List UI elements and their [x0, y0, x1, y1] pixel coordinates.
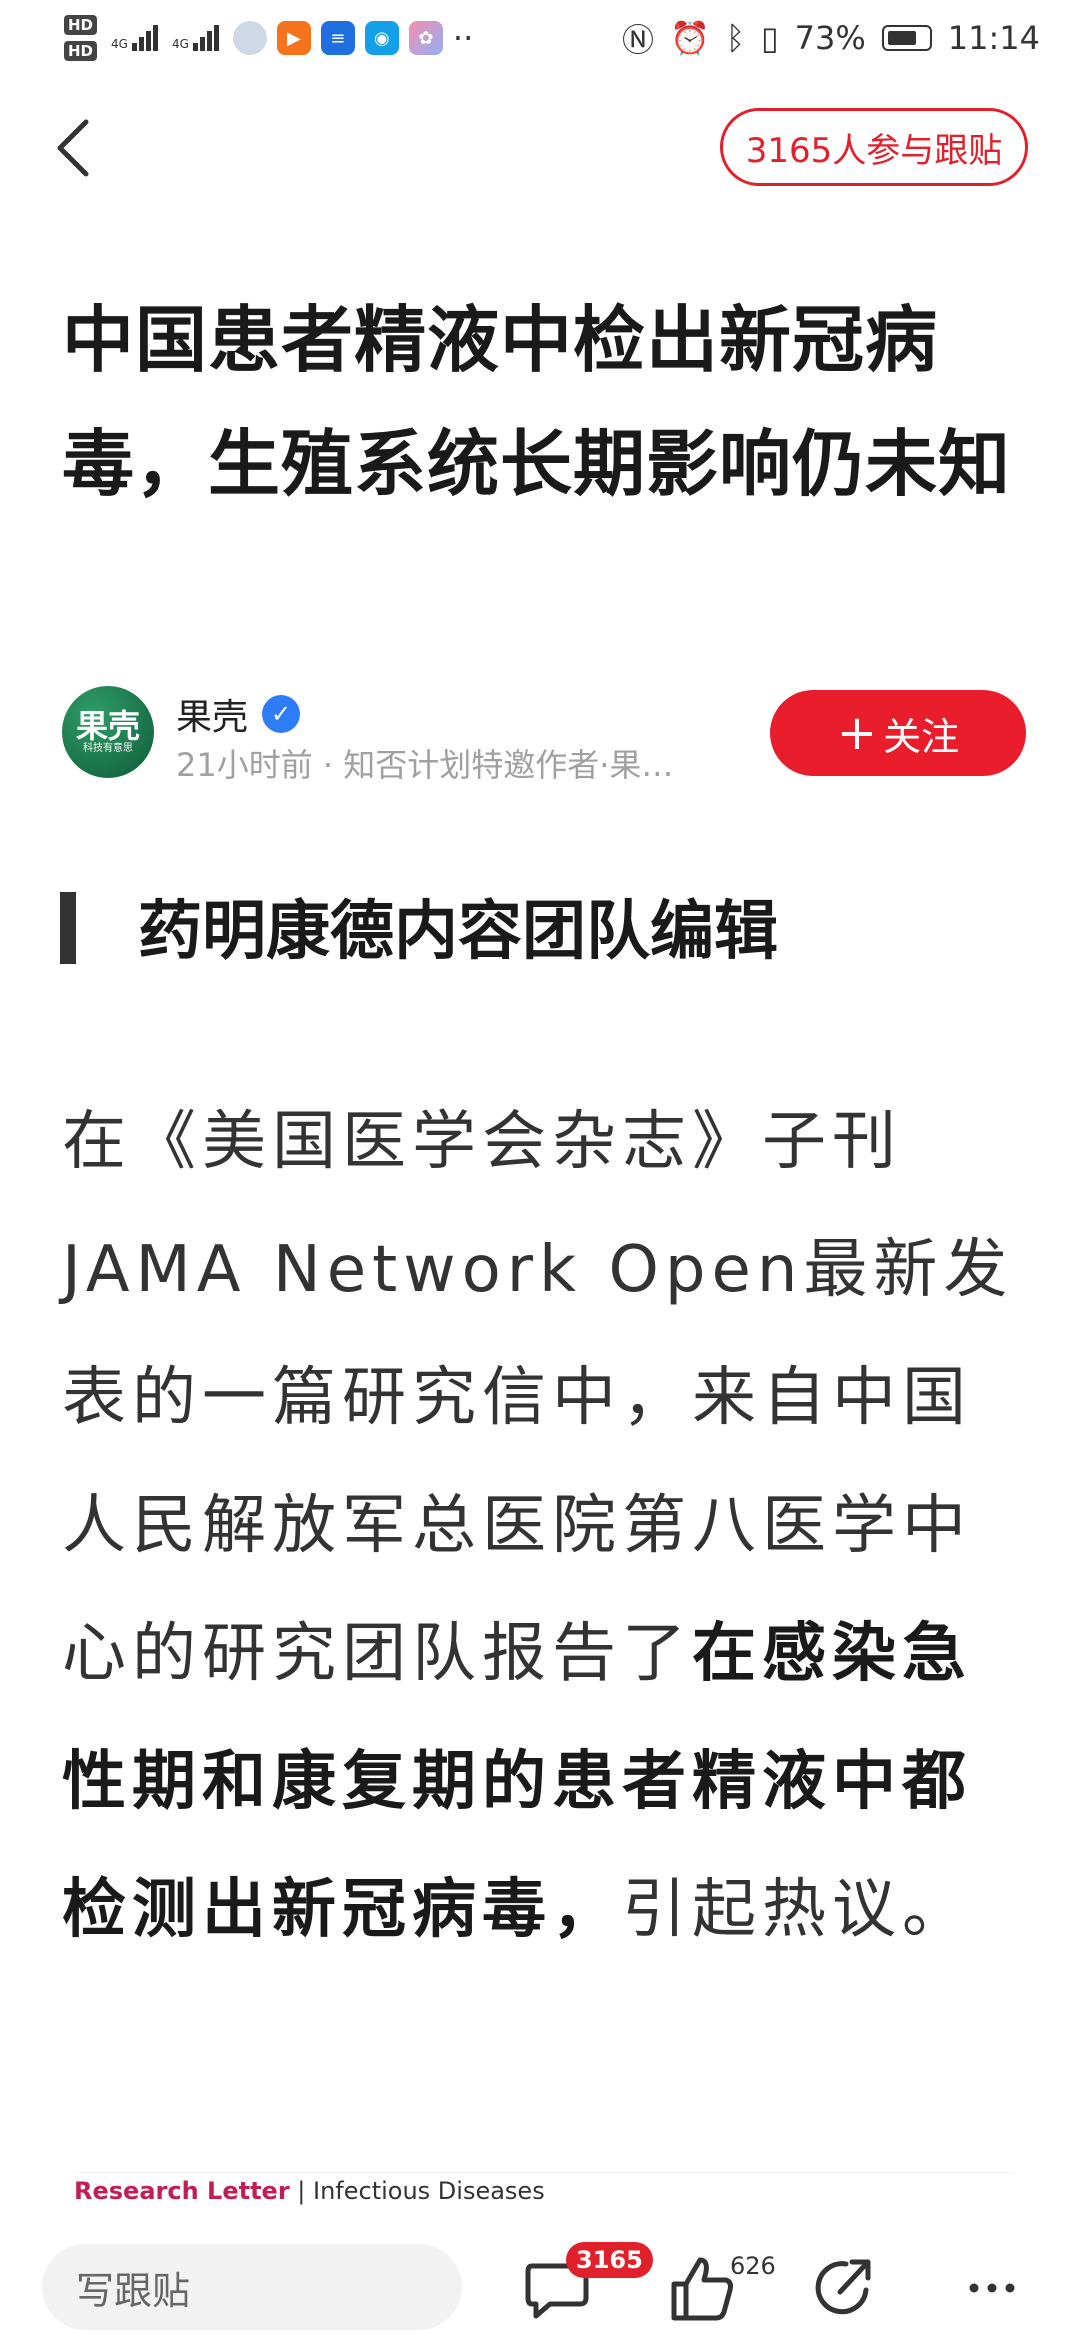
author-avatar[interactable]: 果壳 科技有意思 [62, 686, 154, 778]
research-letter-image[interactable]: Research Letter | Infectious Diseases [74, 2172, 1014, 2205]
body-text-normal: 在《美国医学会杂志》子刊JAMA Network Open最新发表的一篇研究信中… [62, 1105, 1014, 1691]
author-name: 果壳 [176, 697, 249, 738]
follow-button[interactable]: + 关注 [770, 690, 1026, 776]
video-app-icon: ▶ [276, 21, 311, 55]
avatar-text: 果壳 [75, 707, 140, 745]
research-letter-label: Research Letter [74, 2177, 290, 2205]
news-app-icon: ≡ [320, 21, 355, 55]
author-meta: 21小时前 · 知否计划特邀作者·果… [176, 746, 674, 784]
hd-bottom-label: HD [64, 41, 98, 61]
alarm-icon: ⏰ [670, 19, 710, 57]
clock: 11:14 [947, 19, 1040, 57]
write-comment-input[interactable]: 写跟贴 [42, 2244, 462, 2330]
signal-icon-2: 4G [172, 25, 219, 51]
status-bar: HD HD 4G 4G ▶ ≡ ◉ ✿ ·· Ⓝ ⏰ ᛒ ▯ 73% 11:14 [0, 0, 1080, 76]
research-category: Infectious Diseases [313, 2177, 545, 2205]
signal-icon: 4G [111, 25, 158, 51]
cloud-icon [232, 21, 267, 55]
article-body: 在《美国医学会杂志》子刊JAMA Network Open最新发表的一篇研究信中… [62, 1078, 1024, 1974]
vibrate-icon: ▯ [761, 19, 779, 57]
share-button[interactable] [806, 2250, 882, 2326]
more-dots-icon [969, 2283, 1015, 2293]
network-type-1: 4G [111, 37, 128, 51]
verified-badge-icon: ✓ [262, 695, 301, 733]
network-type-2: 4G [171, 37, 189, 51]
share-icon [815, 2259, 871, 2315]
plus-icon: + [836, 705, 878, 761]
lightbulb-app-icon: ◉ [364, 21, 399, 55]
bottom-action-bar: 写跟贴 3165 626 [0, 2230, 1080, 2340]
hd-top-label: HD [64, 15, 98, 35]
battery-percent: 73% [794, 19, 866, 57]
nfc-icon: Ⓝ [621, 21, 654, 59]
status-bar-right: Ⓝ ⏰ ᛒ ▯ 73% 11:14 [606, 15, 1040, 61]
like-count: 626 [730, 2252, 776, 2280]
hd-indicator: HD HD [64, 15, 98, 61]
follow-post-count-button[interactable]: 3165人参与跟贴 [720, 108, 1028, 186]
battery-icon [881, 25, 932, 51]
heading-accent-bar [60, 892, 76, 964]
like-button[interactable] [664, 2250, 740, 2326]
more-notifications: ·· [452, 19, 474, 57]
back-button[interactable] [46, 112, 106, 184]
author-name-row[interactable]: 果壳 ✓ [176, 688, 301, 740]
body-text-end: 引起热议。 [622, 1873, 972, 1947]
bluetooth-icon: ᛒ [725, 19, 746, 57]
comment-count-badge: 3165 [566, 2242, 653, 2278]
more-button[interactable] [954, 2250, 1030, 2326]
chevron-left-icon [57, 119, 89, 177]
status-bar-left: HD HD 4G 4G ▶ ≡ ◉ ✿ ·· [64, 15, 473, 61]
assistant-app-icon: ✿ [408, 21, 443, 55]
avatar-subtext: 科技有意思 [83, 743, 133, 754]
follow-label: 关注 [883, 714, 960, 759]
section-heading: 药明康德内容团队编辑 [138, 895, 778, 969]
research-separator: | [289, 2177, 313, 2205]
article-title: 中国患者精液中检出新冠病毒，生殖系统长期影响仍未知 [62, 298, 1012, 506]
thumbs-up-icon [671, 2257, 733, 2321]
